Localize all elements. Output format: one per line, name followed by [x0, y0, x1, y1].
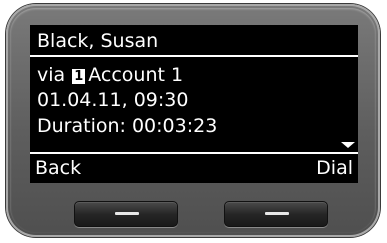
back-softkey-label[interactable]: Back: [35, 157, 81, 179]
contact-name-title: Black, Susan: [37, 30, 159, 52]
title-bar: Black, Susan: [30, 25, 358, 57]
dash-icon: [265, 212, 289, 215]
via-label: via: [37, 64, 66, 86]
account-line: via 1 Account 1: [37, 64, 183, 86]
account-number-badge: 1: [72, 69, 86, 84]
chevron-down-icon: [341, 142, 355, 148]
softkey-bar: Back Dial: [30, 152, 358, 183]
call-datetime: 01.04.11, 09:30: [37, 89, 189, 111]
dial-softkey-label[interactable]: Dial: [316, 157, 353, 179]
left-softkey-button[interactable]: [74, 201, 178, 227]
dash-icon: [115, 212, 139, 215]
right-softkey-button[interactable]: [224, 201, 328, 227]
display-screen: Black, Susan via 1 Account 1 01.04.11, 09…: [30, 25, 358, 183]
account-name: Account 1: [88, 64, 184, 86]
call-duration: Duration: 00:03:23: [37, 115, 218, 137]
